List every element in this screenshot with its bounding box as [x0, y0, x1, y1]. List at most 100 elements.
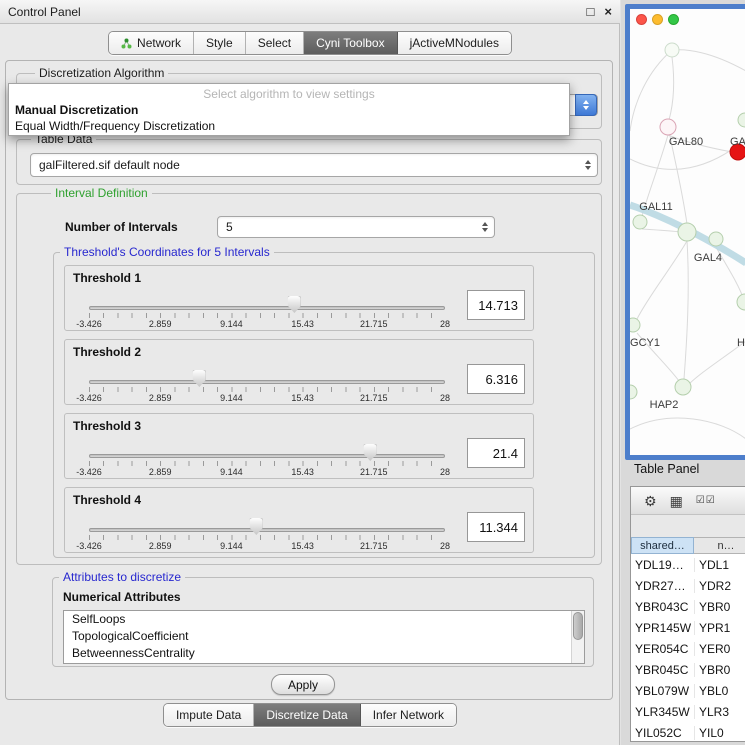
network-canvas[interactable]: GAL80 GA GAL11 GAL4 GCY1 H HAP2 — [630, 9, 745, 455]
scale-label: 15.43 — [291, 467, 314, 477]
tab-impute-data[interactable]: Impute Data — [164, 704, 254, 726]
threshold-slider[interactable]: -3.426 2.859 9.144 15.43 21.715 28 — [89, 340, 445, 406]
tab-network[interactable]: Network — [109, 32, 194, 54]
table-row[interactable]: YDL19… YDL1 — [631, 554, 745, 575]
network-view-window[interactable]: GAL80 GA GAL11 GAL4 GCY1 H HAP2 — [625, 4, 745, 460]
tab-jactivemnodules[interactable]: jActiveMNodules — [398, 32, 511, 54]
close-icon[interactable]: × — [604, 4, 612, 19]
table-data-select[interactable]: galFiltered.sif default node — [30, 153, 598, 177]
cell-shared-name[interactable]: YLR345W — [631, 705, 694, 719]
cell-name[interactable]: YDL1 — [694, 558, 745, 572]
cell-name[interactable]: YBR0 — [694, 600, 745, 614]
tab-select[interactable]: Select — [246, 32, 304, 54]
node-label-gcy1: GCY1 — [630, 337, 660, 349]
float-window-icon[interactable]: □ — [587, 4, 595, 19]
table-row[interactable]: YBR043C YBR0 — [631, 596, 745, 617]
cell-name[interactable]: YBR0 — [694, 663, 745, 677]
threshold-value-input[interactable]: 21.4 — [467, 438, 525, 468]
table-panel-window: ⚙ ▦ ☑☑ shared… n… YDL19… YDL1 YDR27… YDR… — [630, 486, 745, 742]
network-node[interactable] — [665, 43, 679, 57]
threshold-value-input[interactable]: 11.344 — [467, 512, 525, 542]
slider-track[interactable] — [89, 528, 445, 532]
slider-thumb[interactable] — [364, 444, 377, 461]
network-node[interactable] — [630, 385, 637, 399]
cell-shared-name[interactable]: YPR145W — [631, 621, 694, 635]
cell-name[interactable]: YLR3 — [694, 705, 745, 719]
apply-button[interactable]: Apply — [271, 674, 335, 695]
table-row[interactable]: YIL052C YIL0 — [631, 722, 745, 742]
bottom-tab-row: Impute Data Discretize Data Infer Networ… — [0, 703, 620, 727]
table-data-selected-value: galFiltered.sif default node — [39, 158, 180, 172]
threshold-value-input[interactable]: 14.713 — [467, 290, 525, 320]
slider-thumb[interactable] — [193, 370, 206, 387]
network-node-gal4[interactable] — [678, 223, 696, 241]
table-row[interactable]: YPR145W YPR1 — [631, 617, 745, 638]
slider-ticks — [89, 461, 445, 466]
close-window-icon[interactable] — [636, 14, 647, 25]
table-columns-icon[interactable]: ▦ — [670, 494, 683, 508]
list-item[interactable]: TopologicalCoefficient — [64, 628, 584, 645]
list-scrollbar[interactable] — [571, 611, 584, 663]
table-row[interactable]: YBR045C YBR0 — [631, 659, 745, 680]
node-label-gal11: GAL11 — [639, 201, 672, 213]
dropdown-option-manual-discretization[interactable]: Manual Discretization — [9, 102, 569, 118]
slider-track[interactable] — [89, 380, 445, 384]
cell-name[interactable]: YPR1 — [694, 621, 745, 635]
scale-label: 15.43 — [291, 393, 314, 403]
number-of-intervals-label: Number of Intervals — [65, 220, 178, 234]
column-header-shared-name[interactable]: shared… — [631, 537, 694, 554]
slider-track[interactable] — [89, 306, 445, 310]
column-header-name[interactable]: n… — [694, 537, 745, 554]
cell-name[interactable]: YIL0 — [694, 726, 745, 740]
number-of-intervals-select[interactable]: 5 — [217, 216, 495, 238]
numerical-attributes-list[interactable]: SelfLoops TopologicalCoefficient Between… — [63, 610, 585, 664]
slider-track[interactable] — [89, 454, 445, 458]
table-row[interactable]: YDR27… YDR2 — [631, 575, 745, 596]
cell-shared-name[interactable]: YIL052C — [631, 726, 694, 740]
checkbox-filter-icons[interactable]: ☑☑ — [696, 496, 716, 506]
cell-shared-name[interactable]: YDL19… — [631, 558, 694, 572]
tab-cyni-toolbox[interactable]: Cyni Toolbox — [304, 32, 397, 54]
slider-thumb[interactable] — [288, 296, 301, 313]
cell-shared-name[interactable]: YBR043C — [631, 600, 694, 614]
node-label-hap2: HAP2 — [650, 399, 679, 411]
network-node-gal11[interactable] — [633, 215, 647, 229]
cell-shared-name[interactable]: YER054C — [631, 642, 694, 656]
threshold-slider[interactable]: -3.426 2.859 9.144 15.43 21.715 28 — [89, 266, 445, 332]
slider-thumb[interactable] — [250, 518, 263, 535]
combo-button[interactable] — [575, 94, 597, 116]
list-item[interactable]: BetweennessCentrality — [64, 645, 584, 662]
threshold-slider[interactable]: -3.426 2.859 9.144 15.43 21.715 28 — [89, 414, 445, 480]
tab-label: Style — [206, 36, 233, 50]
dropdown-option-equal-width-frequency[interactable]: Equal Width/Frequency Discretization — [9, 118, 569, 134]
minimize-window-icon[interactable] — [652, 14, 663, 25]
gear-icon[interactable]: ⚙ — [644, 494, 657, 508]
cell-shared-name[interactable]: YBR045C — [631, 663, 694, 677]
network-node-gcy1[interactable] — [630, 318, 640, 332]
network-node-hap2[interactable] — [675, 379, 691, 395]
cell-name[interactable]: YBL0 — [694, 684, 745, 698]
cell-name[interactable]: YER0 — [694, 642, 745, 656]
network-node[interactable] — [709, 232, 723, 246]
tab-infer-network[interactable]: Infer Network — [361, 704, 456, 726]
top-tab-row: Network Style Select Cyni Toolbox jActiv… — [0, 31, 620, 55]
scrollbar-thumb[interactable] — [573, 612, 583, 640]
tab-discretize-data[interactable]: Discretize Data — [254, 704, 360, 726]
zoom-window-icon[interactable] — [668, 14, 679, 25]
cell-shared-name[interactable]: YDR27… — [631, 579, 694, 593]
scale-label: 28 — [440, 393, 450, 403]
table-row[interactable]: YLR345W YLR3 — [631, 701, 745, 722]
cell-name[interactable]: YDR2 — [694, 579, 745, 593]
threshold-panel-1: Threshold 1 -3.426 2.859 9.144 15.43 21.… — [64, 265, 534, 331]
table-row[interactable]: YBL079W YBL0 — [631, 680, 745, 701]
threshold-value-input[interactable]: 6.316 — [467, 364, 525, 394]
network-node[interactable] — [738, 113, 745, 127]
network-node-gal80[interactable] — [660, 119, 676, 135]
list-item[interactable]: SelfLoops — [64, 611, 584, 628]
network-node[interactable] — [737, 294, 745, 310]
table-row[interactable]: YER054C YER0 — [631, 638, 745, 659]
tab-style[interactable]: Style — [194, 32, 246, 54]
tab-label: jActiveMNodules — [410, 36, 499, 50]
cell-shared-name[interactable]: YBL079W — [631, 684, 694, 698]
threshold-slider[interactable]: -3.426 2.859 9.144 15.43 21.715 28 — [89, 488, 445, 554]
